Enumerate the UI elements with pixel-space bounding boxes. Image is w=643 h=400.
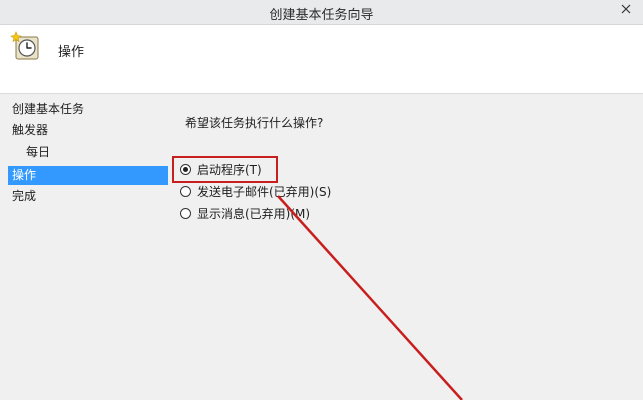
action-panel: 希望该任务执行什么操作? 启动程序(T) 发送电子邮件(已弃用)(S) 显示消息… bbox=[170, 94, 643, 400]
wizard-content: 创建基本任务 触发器 每日 操作 完成 希望该任务执行什么操作? 启动程序(T)… bbox=[0, 94, 643, 400]
action-question: 希望该任务执行什么操作? bbox=[185, 116, 324, 130]
clock-wizard-icon bbox=[10, 31, 39, 60]
option-display-message[interactable]: 显示消息(已弃用)(M) bbox=[180, 204, 310, 222]
close-button[interactable] bbox=[609, 0, 643, 18]
create-basic-task-wizard: 创建基本任务向导 操作 创建基本任务 触发器 每日 操作 完成 希望该任务执行什… bbox=[0, 0, 643, 400]
close-icon bbox=[621, 4, 631, 14]
wizard-steps-sidebar: 创建基本任务 触发器 每日 操作 完成 bbox=[0, 94, 170, 400]
step-trigger[interactable]: 触发器 bbox=[8, 121, 168, 140]
window-title: 创建基本任务向导 bbox=[269, 8, 374, 23]
step-daily[interactable]: 每日 bbox=[8, 143, 168, 162]
step-action[interactable]: 操作 bbox=[8, 166, 168, 185]
page-title: 操作 bbox=[58, 45, 85, 60]
annotation-highlight-box bbox=[172, 156, 278, 183]
option-send-email-label: 发送电子邮件(已弃用)(S) bbox=[197, 184, 332, 199]
option-send-email[interactable]: 发送电子邮件(已弃用)(S) bbox=[180, 182, 331, 200]
step-finish[interactable]: 完成 bbox=[8, 187, 168, 206]
radio-display-message[interactable] bbox=[180, 207, 191, 219]
title-bar[interactable]: 创建基本任务向导 bbox=[0, 0, 643, 25]
step-create-basic-task[interactable]: 创建基本任务 bbox=[8, 100, 168, 119]
wizard-header: 操作 bbox=[0, 25, 643, 94]
option-display-message-label: 显示消息(已弃用)(M) bbox=[197, 206, 311, 221]
radio-send-email[interactable] bbox=[180, 185, 191, 197]
